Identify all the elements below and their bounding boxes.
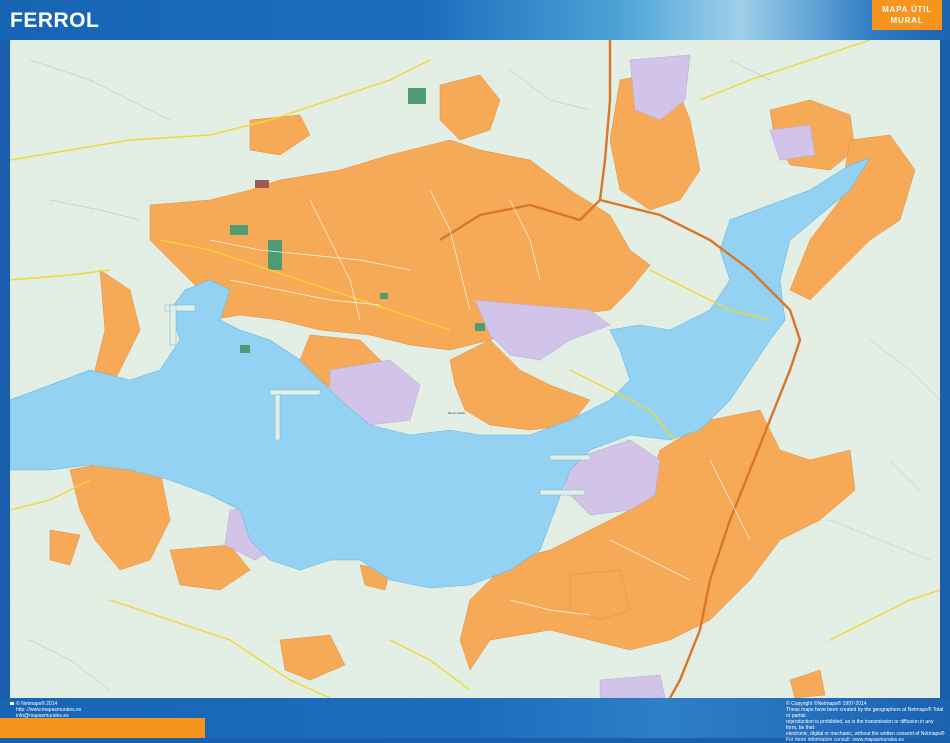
footer-right-line: reproduction is prohibited, as is the tr… <box>786 719 934 731</box>
footer-right-line: These maps have been created by the geog… <box>786 707 944 719</box>
map-svg: Illa Do Santo <box>10 40 940 698</box>
brand-badge[interactable]: MAPA ÚTIL MURAL <box>872 0 942 30</box>
footer-accent-bar <box>0 718 205 738</box>
badge-line-2: MURAL <box>890 16 924 25</box>
map-canvas[interactable]: Illa Do Santo <box>10 40 940 698</box>
header-bar: FERROL MAPA ÚTIL MURAL <box>0 0 950 40</box>
special-area <box>255 180 269 188</box>
island-label: Illa Do Santo <box>448 411 466 415</box>
footer-bar: © Netmaps® 2014 http: //www.mapasmurales… <box>0 698 950 743</box>
map-title: FERROL <box>10 9 100 32</box>
badge-line-1: MAPA ÚTIL <box>882 5 932 14</box>
footer-left-text: © Netmaps® 2014 http: //www.mapasmurales… <box>16 701 81 719</box>
flag-icon <box>10 702 14 705</box>
footer-right-text: © Copyright ©Netmaps® 1997-2014 These ma… <box>786 701 946 743</box>
